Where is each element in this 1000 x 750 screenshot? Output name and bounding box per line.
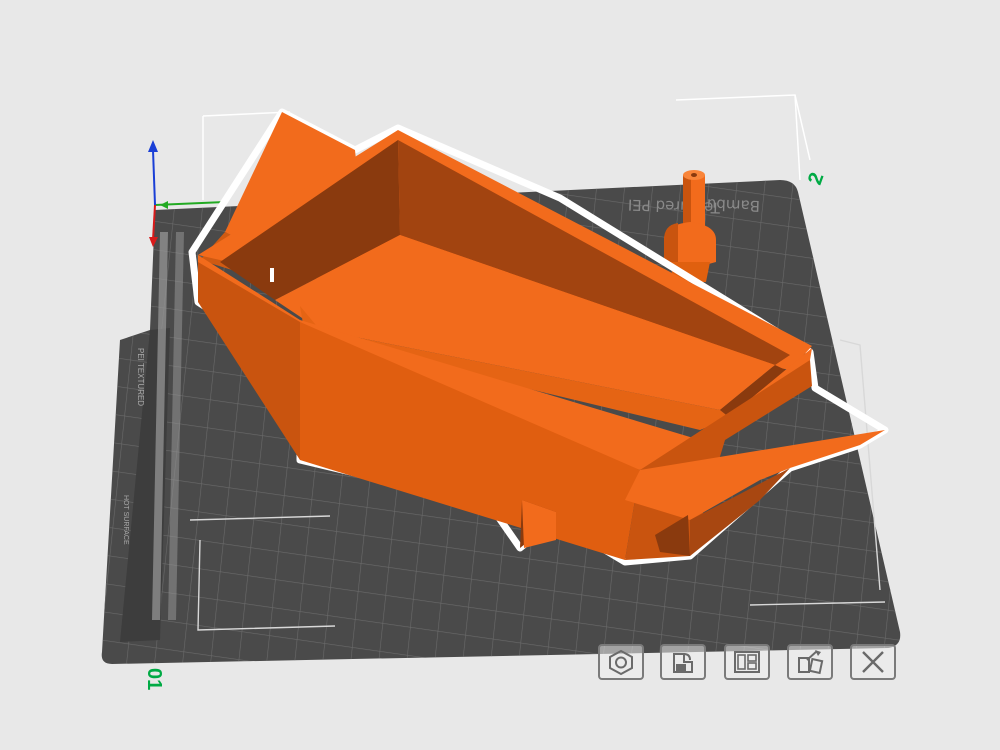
close-icon <box>862 651 884 673</box>
layout-icon <box>734 651 760 673</box>
lock-icon <box>673 653 693 673</box>
bed-corner-label-left: 01 <box>143 668 165 690</box>
assembly-view-button[interactable] <box>598 644 644 680</box>
close-button[interactable] <box>850 644 896 680</box>
bed-label-prefix: Bambu <box>707 195 761 215</box>
nut-icon <box>609 649 633 676</box>
paint-button[interactable] <box>787 644 833 680</box>
paint-icon <box>798 650 824 675</box>
lock-button[interactable] <box>660 644 706 680</box>
bed-side-sub-label: HOT SURFACE <box>122 495 129 545</box>
3d-viewport[interactable]: Textured PEI Bambu PEI TEXTURED HOT SURF… <box>0 0 1000 750</box>
bed-corner-label-right: 2 <box>804 170 828 188</box>
bed-side-label: PEI TEXTURED <box>136 348 145 406</box>
layout-button[interactable] <box>724 644 770 680</box>
